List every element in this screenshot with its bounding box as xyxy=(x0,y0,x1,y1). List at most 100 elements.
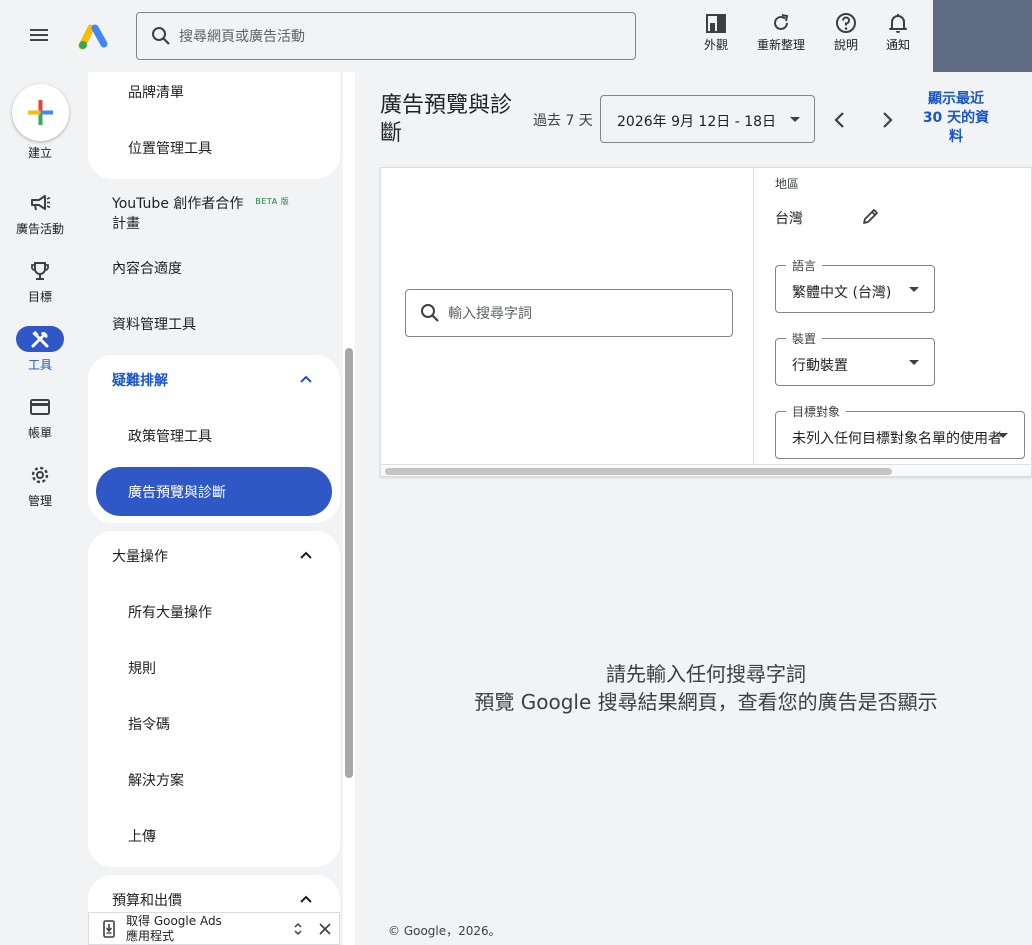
rail-label-tools: 工具 xyxy=(27,358,52,372)
account-avatar[interactable] xyxy=(933,0,1032,72)
footer-copyright: © Google，2026。 xyxy=(388,924,501,938)
help-icon xyxy=(836,13,856,33)
credit-card-icon xyxy=(30,399,50,415)
empty-state-line2: 預覽 Google 搜尋結果網頁，查看您的廣告是否顯示 xyxy=(474,690,938,714)
edit-pencil-icon[interactable] xyxy=(861,206,881,226)
audience-value: 未列入任何目標對象名單的使用者 xyxy=(792,431,1002,447)
bell-icon xyxy=(889,14,907,33)
appearance-label: 外觀 xyxy=(703,38,728,52)
notifications-label: 通知 xyxy=(885,38,910,52)
nav-item-youtube-creator[interactable]: YouTube 創作者合作 BETA 版 計畫 xyxy=(112,192,289,234)
language-select[interactable]: 語言 繁體中文 (台灣) xyxy=(775,257,935,313)
keyword-placeholder: 輸入搜尋字詞 xyxy=(448,306,532,322)
dropdown-caret-icon xyxy=(998,433,1008,438)
nav-item-solutions[interactable]: 解決方案 xyxy=(128,770,184,790)
refresh-button[interactable]: 重新整理 xyxy=(751,10,811,60)
help-label: 說明 xyxy=(833,38,858,52)
dropdown-caret-icon xyxy=(790,117,800,122)
expand-collapse-icon[interactable] xyxy=(293,921,303,937)
create-button[interactable] xyxy=(12,84,69,141)
plus-icon xyxy=(28,100,53,125)
rail-item-tools[interactable]: 工具 xyxy=(0,326,80,373)
nav-item-content-suitability[interactable]: 內容合適度 xyxy=(112,258,182,278)
phone-download-icon xyxy=(103,920,115,938)
get-app-line1: 取得 Google Ads xyxy=(126,914,222,928)
chevron-up-icon[interactable] xyxy=(299,892,313,906)
rail-label-campaigns: 廣告活動 xyxy=(15,222,64,236)
audience-label: 目標對象 xyxy=(786,403,847,420)
device-value: 行動裝置 xyxy=(792,358,848,374)
nav-section-troubleshooting[interactable]: 疑難排解 xyxy=(112,370,168,390)
nav-item-location-manager[interactable]: 位置管理工具 xyxy=(128,138,212,158)
audience-select[interactable]: 目標對象 未列入任何目標對象名單的使用者 xyxy=(775,403,1025,459)
nav-item-uploads[interactable]: 上傳 xyxy=(128,826,156,846)
empty-state-message: 請先輸入任何搜尋字詞 預覽 Google 搜尋結果網頁，查看您的廣告是否顯示 xyxy=(380,660,1032,716)
nav-section-bulk-actions[interactable]: 大量操作 xyxy=(112,546,168,566)
rail-item-admin[interactable]: 管理 xyxy=(0,462,80,509)
nav-item-ad-preview-selected[interactable]: 廣告預覽與診斷 xyxy=(96,467,332,516)
chevron-up-icon[interactable] xyxy=(299,548,313,562)
rail-item-billing[interactable]: 帳單 xyxy=(0,394,80,441)
trophy-icon xyxy=(31,262,49,280)
preview-settings-panel: 輸入搜尋字詞 地區 台灣 語言 繁體中文 (台灣) 裝置 行動裝置 目標對象 未… xyxy=(380,167,1032,477)
nav-item-rules[interactable]: 規則 xyxy=(128,658,156,678)
date-range-select[interactable]: 2026年 9月 12日 - 18日 xyxy=(600,95,815,143)
rail-label-admin: 管理 xyxy=(27,494,52,508)
chevron-up-icon[interactable] xyxy=(299,372,313,386)
nav-item-policy-manager[interactable]: 政策管理工具 xyxy=(128,426,212,446)
youtube-creator-line2: 計畫 xyxy=(112,216,140,232)
dropdown-caret-icon xyxy=(909,287,919,292)
left-rail: 建立 廣告活動 目標 工具 帳單 管理 xyxy=(0,72,80,945)
location-value: 台灣 xyxy=(775,211,803,227)
get-app-promo[interactable]: 取得 Google Ads 應用程式 xyxy=(88,912,340,945)
location-label: 地區 xyxy=(775,177,800,191)
device-label: 裝置 xyxy=(786,330,823,347)
language-label: 語言 xyxy=(786,257,823,274)
menu-icon[interactable] xyxy=(28,26,50,46)
rail-item-goals[interactable]: 目標 xyxy=(0,258,80,305)
nav-item-brand-list[interactable]: 品牌清單 xyxy=(128,82,184,102)
notifications-button[interactable]: 通知 xyxy=(868,10,928,60)
appearance-icon xyxy=(706,14,726,33)
nav-card-shared-library xyxy=(88,72,340,179)
nav-card-bulk-actions xyxy=(88,531,340,867)
panel-divider xyxy=(753,168,754,464)
panel-horizontal-scrollbar[interactable] xyxy=(381,464,1031,476)
nav-scrollbar-thumb[interactable] xyxy=(345,348,353,778)
page-title: 廣告預覽與診斷 xyxy=(380,93,513,146)
date-range-value: 2026年 9月 12日 - 18日 xyxy=(617,114,777,130)
dropdown-caret-icon xyxy=(909,360,919,365)
nav-section-budgets-bidding[interactable]: 預算和出價 xyxy=(112,890,182,910)
rail-item-campaigns[interactable]: 廣告活動 xyxy=(0,190,80,237)
empty-state-line1: 請先輸入任何搜尋字詞 xyxy=(606,662,806,686)
language-value: 繁體中文 (台灣) xyxy=(792,285,892,301)
nav-panel: 品牌清單 位置管理工具 YouTube 創作者合作 BETA 版 計畫 內容合適度… xyxy=(80,72,355,945)
show-last-30-days-link[interactable]: 顯示最近 30 天的資料 xyxy=(920,90,992,147)
device-select[interactable]: 裝置 行動裝置 xyxy=(775,330,935,386)
google-ads-logo[interactable] xyxy=(78,22,108,50)
rail-label-billing: 帳單 xyxy=(27,426,52,440)
help-button[interactable]: 說明 xyxy=(816,10,876,60)
youtube-creator-line1: YouTube 創作者合作 xyxy=(112,196,244,212)
nav-item-scripts[interactable]: 指令碼 xyxy=(128,714,170,734)
search-input[interactable]: 搜尋網頁或廣告活動 xyxy=(136,12,636,60)
chevron-right-icon[interactable] xyxy=(875,108,899,132)
refresh-label: 重新整理 xyxy=(756,38,805,52)
date-range-label: 過去 7 天 xyxy=(533,113,593,129)
create-label: 建立 xyxy=(27,146,52,160)
nav-item-data-manager[interactable]: 資料管理工具 xyxy=(112,314,196,334)
top-bar: 搜尋網頁或廣告活動 外觀 重新整理 說明 通知 xyxy=(0,0,1032,72)
keyword-search-input[interactable]: 輸入搜尋字詞 xyxy=(405,289,733,337)
search-icon xyxy=(152,27,170,45)
nav-item-all-bulk-actions[interactable]: 所有大量操作 xyxy=(128,602,212,622)
refresh-icon xyxy=(774,14,789,30)
close-icon[interactable] xyxy=(319,923,331,935)
panel-scrollbar-thumb[interactable] xyxy=(385,468,892,475)
beta-badge: BETA 版 xyxy=(255,197,290,206)
rail-label-goals: 目標 xyxy=(27,290,52,304)
gear-icon xyxy=(31,466,49,484)
search-icon xyxy=(421,304,439,322)
appearance-button[interactable]: 外觀 xyxy=(686,10,746,60)
megaphone-icon xyxy=(31,195,51,211)
chevron-left-icon[interactable] xyxy=(828,108,852,132)
